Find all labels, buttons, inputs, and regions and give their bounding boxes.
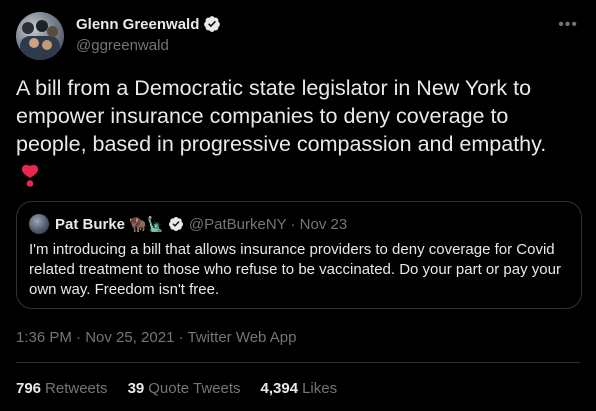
quote-tweets-label: Quote Tweets	[148, 380, 241, 397]
divider	[16, 362, 580, 363]
quote-tweets-count: 39	[127, 380, 145, 397]
retweets-count: 796	[16, 380, 42, 397]
verified-badge-icon	[204, 16, 221, 32]
tweet-text: A bill from a Democratic state legislato…	[16, 76, 547, 156]
quoted-author-emojis: 🦬🗽	[129, 215, 164, 232]
likes-count: 4,394	[260, 380, 299, 397]
quote-tweets-stat[interactable]: 39 Quote Tweets	[128, 380, 241, 397]
author-handle[interactable]: @ggreenwald	[76, 37, 221, 54]
author-avatar[interactable]	[16, 12, 64, 60]
quoted-author-handle: @PatBurkeNY	[188, 215, 287, 233]
likes-label: Likes	[302, 380, 338, 397]
quoted-tweet[interactable]: Pat Burke 🦬🗽 @PatBurkeNY · Nov 23 I'm in…	[16, 201, 582, 309]
tweet-stats: 796 Retweets 39 Quote Tweets 4,394 Likes	[16, 380, 337, 397]
retweets-label: Retweets	[45, 380, 108, 397]
author-display-name-row[interactable]: Glenn Greenwald	[76, 15, 221, 33]
quoted-tweet-header: Pat Burke 🦬🗽 @PatBurkeNY · Nov 23	[29, 214, 347, 234]
quoted-tweet-text: I'm introducing a bill that allows insur…	[29, 241, 561, 298]
retweets-stat[interactable]: 796 Retweets	[16, 380, 108, 397]
likes-stat[interactable]: 4,394 Likes	[261, 380, 338, 397]
quoted-tweet-date[interactable]: Nov 23	[300, 216, 348, 233]
heart-exclamation-emoji-icon	[21, 164, 39, 187]
more-options-icon[interactable]: •••	[558, 16, 578, 34]
author-names: Glenn Greenwald @ggreenwald	[76, 15, 221, 54]
author-display-name[interactable]: Glenn Greenwald	[76, 16, 199, 33]
tweet-header: Glenn Greenwald @ggreenwald •••	[16, 12, 580, 62]
separator-dot: ·	[290, 215, 296, 233]
quoted-author-avatar	[29, 214, 49, 234]
tweet-timestamp[interactable]: 1:36 PM · Nov 25, 2021 · Twitter Web App	[16, 329, 296, 346]
quoted-author-name: Pat Burke	[55, 215, 126, 233]
verified-badge-icon	[168, 217, 183, 231]
